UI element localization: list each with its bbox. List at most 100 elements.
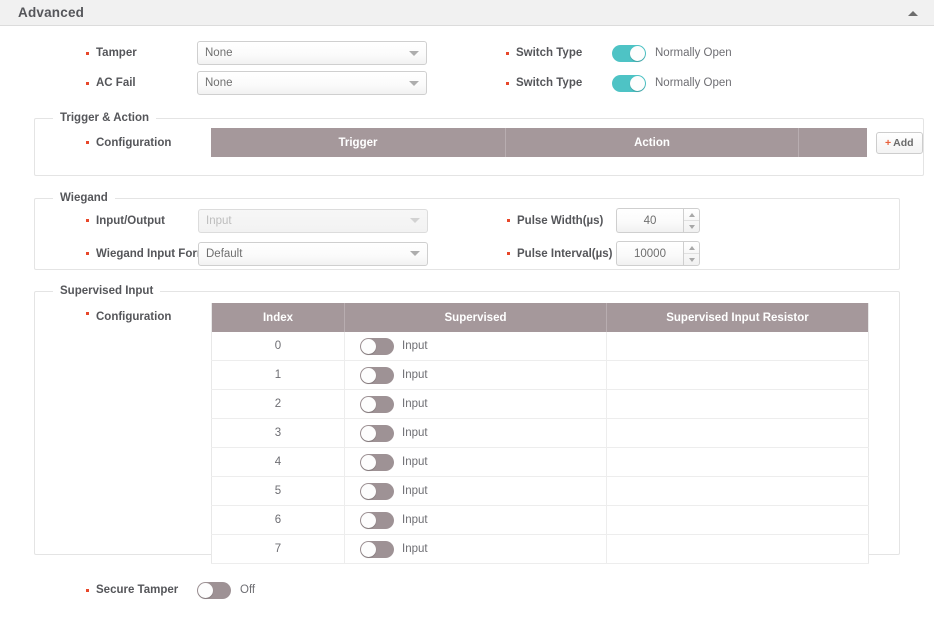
supervised-row-toggle-cell: Input bbox=[344, 418, 607, 448]
supervised-row-index: 4 bbox=[211, 447, 345, 477]
supervised-row-resistor bbox=[606, 505, 869, 535]
wiegand-input-output-value: Input bbox=[206, 214, 232, 227]
table-row: 0 Input bbox=[211, 332, 869, 361]
supervised-row-index: 5 bbox=[211, 476, 345, 506]
trigger-action-legend: Trigger & Action bbox=[60, 112, 150, 124]
chevron-down-icon bbox=[410, 218, 420, 223]
ac-fail-switch-type-toggle[interactable] bbox=[612, 74, 646, 92]
pulse-interval-stepper[interactable]: 10000 bbox=[616, 241, 700, 266]
supervised-toggle-1[interactable] bbox=[360, 366, 394, 384]
table-row: 3 Input bbox=[211, 418, 869, 448]
pulse-width-value[interactable]: 40 bbox=[616, 208, 683, 233]
label-trigger-action-configuration: Configuration bbox=[85, 137, 211, 149]
tamper-switch-type-group: Normally Open bbox=[612, 44, 732, 62]
label-supervised-configuration: Configuration bbox=[85, 303, 211, 323]
label-ac-fail: AC Fail bbox=[85, 77, 136, 89]
wiegand-input-output-select: Input bbox=[198, 208, 428, 233]
field-row-tamper: Tamper None Switch Type Normally Open bbox=[0, 38, 934, 68]
column-header-index: Index bbox=[211, 303, 345, 332]
supervised-toggle-5[interactable] bbox=[360, 482, 394, 500]
top-fields-group: Tamper None Switch Type Normally Open AC… bbox=[0, 26, 934, 98]
supervised-toggle-label: Input bbox=[402, 456, 428, 468]
trigger-action-section: Trigger & Action Configuration Trigger A… bbox=[34, 112, 924, 176]
supervised-toggle-label: Input bbox=[402, 340, 428, 352]
supervised-row-resistor bbox=[606, 476, 869, 506]
supervised-row-resistor bbox=[606, 389, 869, 419]
chevron-up-icon[interactable] bbox=[906, 6, 920, 20]
add-trigger-action-button[interactable]: + Add bbox=[876, 131, 923, 154]
wiegand-legend: Wiegand bbox=[60, 192, 108, 204]
supervised-row-toggle-cell: Input bbox=[344, 476, 607, 506]
supervised-row-index: 6 bbox=[211, 505, 345, 535]
trigger-action-table: Trigger Action bbox=[211, 128, 867, 157]
supervised-toggle-0[interactable] bbox=[360, 337, 394, 355]
supervised-toggle-4[interactable] bbox=[360, 453, 394, 471]
wiegand-row-input-output: Input/Output Input Pulse Width(µs) 40 bbox=[35, 204, 899, 237]
tamper-switch-type-toggle[interactable] bbox=[612, 44, 646, 62]
supervised-row-index: 3 bbox=[211, 418, 345, 448]
supervised-toggle-6[interactable] bbox=[360, 511, 394, 529]
secure-tamper-toggle[interactable] bbox=[197, 581, 231, 599]
pulse-width-decrement-icon[interactable] bbox=[684, 221, 699, 232]
column-header-trigger: Trigger bbox=[211, 128, 506, 157]
table-header-row: Trigger Action bbox=[211, 128, 867, 157]
column-header-blank bbox=[798, 128, 867, 157]
ac-fail-switch-type-text: Normally Open bbox=[655, 77, 732, 89]
chevron-down-icon bbox=[409, 50, 419, 56]
wiegand-section: Wiegand Input/Output Input Pulse Width(µ… bbox=[34, 192, 900, 270]
wiegand-input-format-value: Default bbox=[206, 247, 243, 260]
supervised-toggle-label: Input bbox=[402, 369, 428, 381]
pulse-interval-increment-icon[interactable] bbox=[684, 242, 699, 254]
tamper-select[interactable]: None bbox=[197, 41, 427, 65]
supervised-row-toggle-cell: Input bbox=[344, 389, 607, 419]
supervised-row-toggle-cell: Input bbox=[344, 447, 607, 477]
supervised-row-toggle-cell: Input bbox=[344, 505, 607, 535]
pulse-width-increment-icon[interactable] bbox=[684, 209, 699, 221]
table-row: 4 Input bbox=[211, 447, 869, 477]
supervised-row-toggle-cell: Input bbox=[344, 534, 607, 564]
supervised-row-index: 1 bbox=[211, 360, 345, 390]
supervised-toggle-2[interactable] bbox=[360, 395, 394, 413]
pulse-interval-decrement-icon[interactable] bbox=[684, 254, 699, 265]
table-row: 5 Input bbox=[211, 476, 869, 506]
supervised-toggle-3[interactable] bbox=[360, 424, 394, 442]
table-row: 6 Input bbox=[211, 505, 869, 535]
trigger-action-config-row: Configuration Trigger Action + Add bbox=[35, 124, 923, 157]
supervised-toggle-label: Input bbox=[402, 514, 428, 526]
pulse-interval-value[interactable]: 10000 bbox=[616, 241, 683, 266]
supervised-input-legend: Supervised Input bbox=[60, 285, 154, 297]
supervised-toggle-label: Input bbox=[402, 398, 428, 410]
supervised-row-index: 7 bbox=[211, 534, 345, 564]
supervised-row-index: 0 bbox=[211, 332, 345, 361]
table-row: 2 Input bbox=[211, 389, 869, 419]
supervised-row-resistor bbox=[606, 418, 869, 448]
label-switch-type-ac-fail: Switch Type bbox=[505, 77, 582, 89]
supervised-toggle-label: Input bbox=[402, 427, 428, 439]
label-wiegand-input-output: Input/Output bbox=[85, 215, 165, 227]
ac-fail-switch-type-group: Normally Open bbox=[612, 74, 732, 92]
supervised-input-table-body: 0 Input 1 Input 2 Input 3 Input 4 Input 5 Input 6 Inp… bbox=[211, 332, 869, 564]
column-header-action: Action bbox=[505, 128, 799, 157]
page-title: Advanced bbox=[18, 5, 85, 20]
table-row: 7 Input bbox=[211, 534, 869, 564]
field-row-ac-fail: AC Fail None Switch Type Normally Open bbox=[0, 68, 934, 98]
supervised-input-section: Supervised Input Configuration Index Sup… bbox=[34, 285, 900, 564]
supervised-row-resistor bbox=[606, 360, 869, 390]
ac-fail-select-value: None bbox=[205, 77, 233, 89]
ac-fail-select[interactable]: None bbox=[197, 71, 427, 95]
label-tamper: Tamper bbox=[85, 47, 137, 59]
table-row: 1 Input bbox=[211, 360, 869, 390]
pulse-width-stepper[interactable]: 40 bbox=[616, 208, 700, 233]
supervised-toggle-label: Input bbox=[402, 485, 428, 497]
wiegand-row-input-format: Wiegand Input Format Default Pulse Inter… bbox=[35, 237, 899, 270]
add-button-label: Add bbox=[893, 136, 914, 149]
table-header-row: Index Supervised Supervised Input Resist… bbox=[211, 303, 869, 332]
column-header-supervised-input-resistor: Supervised Input Resistor bbox=[606, 303, 869, 332]
supervised-row-index: 2 bbox=[211, 389, 345, 419]
column-header-supervised: Supervised bbox=[344, 303, 607, 332]
supervised-row-toggle-cell: Input bbox=[344, 332, 607, 361]
supervised-toggle-7[interactable] bbox=[360, 540, 394, 558]
chevron-down-icon bbox=[410, 251, 420, 256]
supervised-input-table: Index Supervised Supervised Input Resist… bbox=[211, 303, 869, 564]
wiegand-input-format-select[interactable]: Default bbox=[198, 241, 428, 266]
